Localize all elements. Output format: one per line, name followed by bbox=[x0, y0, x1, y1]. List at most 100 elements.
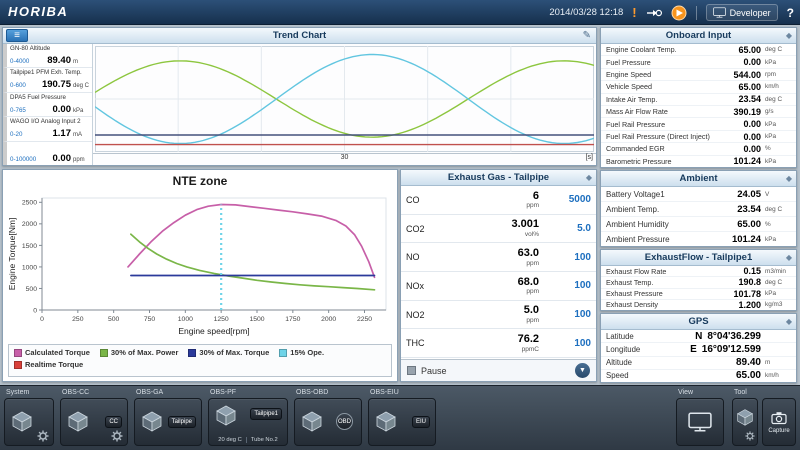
tailpipe-badge[interactable]: Tailpipe bbox=[168, 416, 196, 428]
exhaust-gas-header: Exhaust Gas - Tailpipe ◆ bbox=[401, 170, 596, 186]
eiu-badge[interactable]: EIU bbox=[412, 416, 430, 428]
cc-badge[interactable]: CC bbox=[105, 416, 122, 428]
measurement-unit: kPa bbox=[761, 121, 791, 128]
measurement-row: Fuel Rail Pressure (Direct Inject) 0.00 … bbox=[601, 131, 796, 143]
measurement-label: Intake Air Temp. bbox=[606, 95, 738, 104]
trend-channel-row[interactable]: 0-100000 0.00 ppm bbox=[3, 142, 92, 165]
tool-tile[interactable] bbox=[732, 398, 758, 446]
gas-value: 63.0 bbox=[518, 247, 539, 260]
legend-swatch bbox=[188, 349, 196, 357]
module-tile-obs-cc[interactable]: CC bbox=[60, 398, 128, 446]
menu-button[interactable]: ≡ bbox=[6, 29, 28, 42]
developer-button[interactable]: Developer bbox=[706, 4, 778, 21]
svg-text:2000: 2000 bbox=[321, 316, 336, 323]
collapse-button[interactable]: ▼ bbox=[575, 363, 590, 378]
nte-zone-panel: NTE zone 0250500750100012501500175020002… bbox=[2, 169, 398, 382]
expand-icon[interactable]: ◆ bbox=[786, 28, 792, 43]
topbar-divider bbox=[696, 6, 697, 20]
gear-icon[interactable] bbox=[111, 430, 123, 442]
measurement-value: 544.00 bbox=[733, 70, 761, 80]
gas-name: NO2 bbox=[406, 310, 440, 320]
monitor-icon bbox=[713, 7, 726, 18]
gas-row: NOx 68.0 ppm 100 bbox=[401, 272, 596, 301]
obd-badge[interactable]: OBD bbox=[336, 413, 353, 430]
measurement-row: Engine Coolant Temp. 65.00 deg C bbox=[601, 44, 796, 56]
onboard-input-panel: Onboard Input ◆ Engine Coolant Temp. 65.… bbox=[600, 27, 797, 168]
expand-icon[interactable]: ◆ bbox=[786, 250, 792, 265]
trend-chart-body: GN-80 Altitude 0-4000 89.40 m Tailpipe1 … bbox=[3, 44, 596, 165]
gear-icon[interactable] bbox=[37, 430, 49, 442]
help-icon[interactable]: ? bbox=[787, 6, 794, 20]
legend-label: Calculated Torque bbox=[25, 348, 90, 357]
expand-icon[interactable]: ◆ bbox=[786, 171, 792, 186]
gps-label: Longitude bbox=[606, 345, 690, 354]
cube-icon bbox=[67, 410, 89, 432]
pf-status: 20 deg C Tube No.2 bbox=[211, 437, 285, 443]
measurement-row: Vehicle Speed 65.00 km/h bbox=[601, 81, 796, 93]
view-label: View bbox=[678, 389, 693, 396]
svg-text:1000: 1000 bbox=[178, 316, 193, 323]
record-play-icon[interactable] bbox=[671, 5, 687, 21]
legend-item: Realtime Torque bbox=[14, 360, 83, 369]
capture-label: Capture bbox=[768, 428, 789, 434]
gas-unit: vol% bbox=[525, 231, 539, 238]
module-tile-obs-pf[interactable]: Tailpipe1 20 deg C Tube No.2 bbox=[208, 398, 288, 446]
gas-value: 3.001 bbox=[511, 218, 539, 231]
trend-plot-svg bbox=[95, 46, 594, 152]
gas-unit: ppm bbox=[526, 260, 539, 267]
measurement-value: 101.24 bbox=[733, 156, 761, 166]
gear-icon[interactable] bbox=[745, 431, 755, 441]
tailpipe1-badge[interactable]: Tailpipe1 bbox=[250, 408, 282, 420]
measurement-label: Fuel Rail Pressure bbox=[606, 120, 743, 129]
svg-text:Engine Torque[Nm]: Engine Torque[Nm] bbox=[7, 218, 17, 291]
svg-text:500: 500 bbox=[108, 316, 120, 323]
measurement-unit: g/s bbox=[761, 108, 791, 115]
pause-row: Pause ▼ bbox=[401, 359, 596, 381]
svg-text:750: 750 bbox=[144, 316, 156, 323]
module-tile-obs-eiu[interactable]: EIU bbox=[368, 398, 436, 446]
measurement-value: 0.00 bbox=[743, 57, 761, 67]
nte-legend: Calculated Torque 30% of Max. Power 30% … bbox=[8, 344, 392, 377]
measurement-value: 0.00 bbox=[743, 132, 761, 142]
trend-channel-row[interactable]: WAGO I/O Analog Input 2 0-20 1.17 mA bbox=[3, 117, 92, 141]
pause-label[interactable]: Pause bbox=[421, 366, 447, 376]
measurement-unit: deg C bbox=[761, 96, 791, 103]
pause-icon[interactable] bbox=[407, 366, 416, 375]
measurement-unit: rpm bbox=[761, 71, 791, 78]
capture-button[interactable]: Capture bbox=[762, 398, 796, 446]
trend-channel-row[interactable]: DPA5 Fuel Pressure 0-765 0.00 kPa bbox=[3, 93, 92, 117]
expand-icon[interactable]: ◆ bbox=[786, 314, 792, 329]
measurement-row: Battery Voltage1 24.05 V bbox=[601, 187, 796, 202]
trend-channel-row[interactable]: Tailpipe1 PFM Exh. Temp. 0-600 190.75 de… bbox=[3, 68, 92, 92]
system-tile[interactable] bbox=[4, 398, 54, 446]
channel-unit: m bbox=[71, 59, 89, 65]
module-tile-obs-obd[interactable]: OBD bbox=[294, 398, 362, 446]
svg-text:2500: 2500 bbox=[22, 200, 37, 207]
measurement-row: Fuel Pressure 0.00 kPa bbox=[601, 56, 796, 68]
expand-icon[interactable]: ◆ bbox=[586, 170, 592, 185]
measurement-value: 0.00 bbox=[743, 119, 761, 129]
gas-range: 100 bbox=[551, 338, 591, 349]
cube-icon bbox=[736, 408, 754, 426]
alert-icon[interactable]: ! bbox=[632, 5, 636, 20]
view-tile[interactable] bbox=[676, 398, 724, 446]
gas-unit: ppmC bbox=[522, 346, 539, 353]
measurement-value: 0.15 bbox=[743, 266, 761, 276]
module-tile-obs-ga[interactable]: Tailpipe bbox=[134, 398, 202, 446]
module-label: OBS-GA bbox=[136, 389, 163, 396]
gas-name: THC bbox=[406, 338, 440, 348]
ambient-header: Ambient ◆ bbox=[601, 171, 796, 187]
trend-channel-row[interactable]: GN-80 Altitude 0-4000 89.40 m bbox=[3, 44, 92, 68]
channel-value: 89.40 bbox=[47, 56, 71, 66]
edit-icon[interactable]: ✎ bbox=[583, 28, 591, 43]
gps-direction: E bbox=[690, 344, 697, 355]
gps-direction: N bbox=[695, 331, 702, 342]
channel-range: 0-100000 bbox=[10, 156, 36, 163]
cube-icon bbox=[141, 410, 163, 432]
svg-text:1500: 1500 bbox=[249, 316, 264, 323]
measurement-value: 24.05 bbox=[737, 189, 761, 200]
gas-row: NO2 5.0 ppm 100 bbox=[401, 301, 596, 330]
skip-forward-icon[interactable] bbox=[646, 7, 662, 19]
legend-item: 30% of Max. Power bbox=[100, 348, 179, 357]
legend-item: 15% Ope. bbox=[279, 348, 324, 357]
